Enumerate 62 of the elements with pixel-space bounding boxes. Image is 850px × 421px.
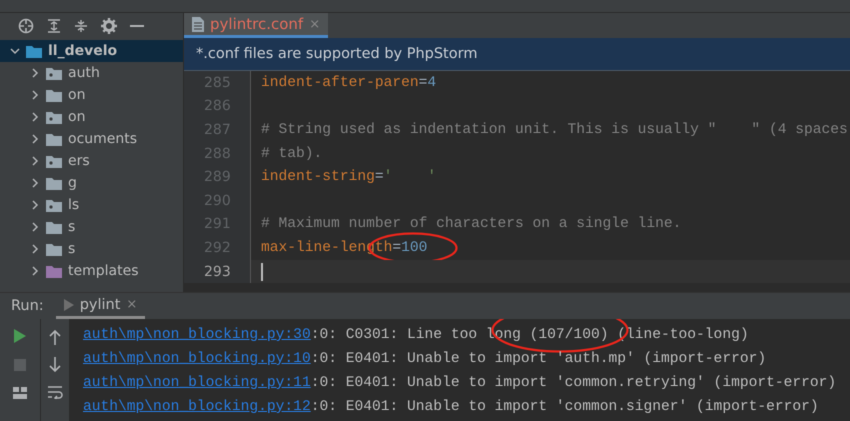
tree-item[interactable]: templates bbox=[0, 260, 183, 282]
layout-icon[interactable] bbox=[13, 387, 27, 399]
arrow-down-icon[interactable] bbox=[49, 357, 61, 373]
expand-all-icon[interactable] bbox=[47, 18, 61, 32]
file-icon bbox=[192, 16, 204, 32]
tree-item[interactable]: ll_develo bbox=[0, 40, 183, 62]
folder-icon bbox=[46, 88, 62, 102]
close-icon[interactable]: × bbox=[126, 297, 138, 312]
tree-item[interactable]: on bbox=[0, 106, 183, 128]
tree-label: ll_develo bbox=[48, 43, 118, 59]
code-line: # Maximum number of characters on a single line. bbox=[261, 216, 682, 232]
tree-item[interactable]: ers bbox=[0, 150, 183, 172]
console-line: auth\mp\non_blocking.py:10:0: E0401: Unable to import 'auth.mp' (import-error) bbox=[83, 350, 768, 369]
panel-title: Run: bbox=[10, 297, 45, 316]
folder-icon bbox=[46, 264, 62, 278]
soft-wrap-icon[interactable] bbox=[47, 385, 63, 399]
code-line: indent-after-paren=4 bbox=[261, 74, 436, 91]
folder-icon bbox=[46, 110, 62, 124]
chevron-right-icon[interactable] bbox=[30, 90, 40, 100]
tree-item[interactable]: ocuments bbox=[0, 128, 183, 150]
crosshair-icon[interactable] bbox=[18, 18, 34, 34]
folder-icon bbox=[46, 66, 62, 80]
chevron-right-icon[interactable] bbox=[30, 112, 40, 122]
folder-icon bbox=[46, 220, 62, 234]
file-link[interactable]: auth\mp\non_blocking.py:12 bbox=[83, 399, 311, 415]
chevron-right-icon[interactable] bbox=[30, 200, 40, 210]
tree-item[interactable]: s bbox=[0, 238, 183, 260]
folder-icon bbox=[46, 154, 62, 168]
tree-item[interactable]: on bbox=[0, 84, 183, 106]
notification-banner: *.conf files are supported by PhpStorm bbox=[184, 38, 850, 71]
chevron-right-icon[interactable] bbox=[30, 68, 40, 78]
tree-item[interactable]: ls bbox=[0, 194, 183, 216]
chevron-right-icon[interactable] bbox=[30, 266, 40, 276]
run-icon[interactable] bbox=[14, 329, 26, 343]
settings-icon[interactable] bbox=[101, 18, 117, 34]
folder-icon bbox=[46, 132, 62, 146]
folder-icon bbox=[46, 198, 62, 212]
chevron-right-icon[interactable] bbox=[30, 134, 40, 144]
console-line: auth\mp\non_blocking.py:12:0: E0401: Unable to import 'common.signer' (import-error) bbox=[83, 398, 820, 417]
collapse-all-icon[interactable] bbox=[74, 18, 88, 32]
text-cursor bbox=[261, 262, 263, 281]
file-link[interactable]: auth\mp\non_blocking.py:10 bbox=[83, 351, 311, 367]
code-line: # String used as indentation unit. This is usually " " (4 spaces bbox=[261, 122, 848, 138]
file-link[interactable]: auth\mp\non_blocking.py:11 bbox=[83, 375, 311, 391]
chevron-right-icon[interactable] bbox=[30, 222, 40, 232]
code-line: indent-string=' ' bbox=[261, 169, 436, 186]
code-line: # tab). bbox=[261, 146, 322, 162]
tree-item[interactable]: auth bbox=[0, 62, 183, 84]
minimize-icon[interactable] bbox=[130, 24, 144, 28]
folder-icon bbox=[46, 176, 62, 190]
file-link[interactable]: auth\mp\non_blocking.py:30 bbox=[83, 327, 311, 343]
folder-icon bbox=[26, 44, 42, 58]
console-line: auth\mp\non_blocking.py:11:0: E0401: Unable to import 'common.retrying' (import-error) bbox=[83, 374, 838, 393]
chevron-right-icon[interactable] bbox=[30, 178, 40, 188]
play-icon bbox=[64, 298, 74, 310]
tree-item[interactable]: s bbox=[0, 216, 183, 238]
arrow-up-icon[interactable] bbox=[49, 329, 61, 345]
tree-item[interactable]: g bbox=[0, 172, 183, 194]
folder-icon bbox=[46, 242, 62, 256]
chevron-down-icon[interactable] bbox=[10, 46, 20, 56]
chevron-right-icon[interactable] bbox=[30, 244, 40, 254]
chevron-right-icon[interactable] bbox=[30, 156, 40, 166]
